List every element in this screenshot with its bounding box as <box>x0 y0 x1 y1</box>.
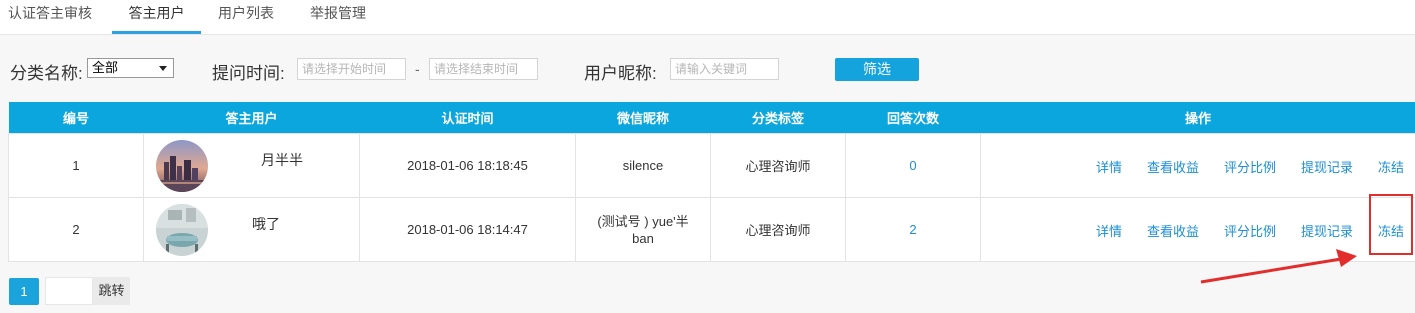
withdrawal-record-link[interactable]: 提现记录 <box>1301 221 1353 240</box>
answerer-table: 编号 答主用户 认证时间 微信昵称 分类标签 回答次数 操作 1 月半半 201… <box>8 102 1415 262</box>
user-name: 月半半 <box>261 152 303 168</box>
cell-id: 1 <box>8 133 144 198</box>
answers-link[interactable]: 2 <box>909 222 916 237</box>
cell-category: 心理咨询师 <box>710 197 846 262</box>
cell-user: 月半半 <box>143 133 360 198</box>
cell-actions: 详情 查看收益 评分比例 提现记录 冻结 <box>980 133 1415 198</box>
cell-category: 心理咨询师 <box>710 133 846 198</box>
nickname-label: 用户昵称: <box>584 64 657 83</box>
cell-wechat: (测试号 ) yue'半 ban <box>575 197 711 262</box>
annotation-arrow-icon <box>1200 249 1357 284</box>
page-jump-input[interactable] <box>45 277 93 305</box>
tab-certified-review[interactable]: 认证答主审核 <box>8 0 92 34</box>
filter-button[interactable]: 筛选 <box>835 58 919 81</box>
rating-ratio-link[interactable]: 评分比例 <box>1224 157 1276 176</box>
cell-answers: 0 <box>845 133 981 198</box>
answers-link[interactable]: 0 <box>909 158 916 173</box>
avatar <box>156 140 208 192</box>
header-category: 分类标签 <box>710 102 846 134</box>
tab-user-list[interactable]: 用户列表 <box>218 0 274 34</box>
chevron-down-icon <box>159 66 167 71</box>
cell-wechat: silence <box>575 133 711 198</box>
header-cert-time: 认证时间 <box>359 102 576 134</box>
range-dash: - <box>415 61 420 77</box>
header-answers: 回答次数 <box>845 102 981 134</box>
header-user: 答主用户 <box>143 102 360 134</box>
detail-link[interactable]: 详情 <box>1096 221 1122 240</box>
category-select-value: 全部 <box>92 60 119 75</box>
cell-cert-time: 2018-01-06 18:14:47 <box>359 197 576 262</box>
user-name: 哦了 <box>252 216 280 232</box>
tab-answerer-users[interactable]: 答主用户 <box>112 0 201 34</box>
tab-bar: 认证答主审核 答主用户 用户列表 举报管理 <box>0 0 1415 35</box>
detail-link[interactable]: 详情 <box>1096 157 1122 176</box>
question-time-label: 提问时间: <box>212 64 285 83</box>
view-earnings-link[interactable]: 查看收益 <box>1147 157 1199 176</box>
page-jump-button[interactable]: 跳转 <box>93 277 130 305</box>
table-row: 1 月半半 2018-01-06 18:18:45 silence 心理咨询师 … <box>8 133 1415 198</box>
tab-report-management[interactable]: 举报管理 <box>310 0 366 34</box>
header-wechat: 微信昵称 <box>575 102 711 134</box>
end-time-input[interactable]: 请选择结束时间 <box>429 58 538 80</box>
header-actions: 操作 <box>980 102 1415 134</box>
cell-answers: 2 <box>845 197 981 262</box>
page-number-current[interactable]: 1 <box>9 278 39 305</box>
cell-id: 2 <box>8 197 144 262</box>
start-time-input[interactable]: 请选择开始时间 <box>297 58 406 80</box>
view-earnings-link[interactable]: 查看收益 <box>1147 221 1199 240</box>
nickname-input[interactable]: 请输入关键词 <box>670 58 779 80</box>
cell-cert-time: 2018-01-06 18:18:45 <box>359 133 576 198</box>
withdrawal-record-link[interactable]: 提现记录 <box>1301 157 1353 176</box>
freeze-link[interactable]: 冻结 <box>1378 157 1404 176</box>
category-select[interactable]: 全部 <box>87 58 174 78</box>
table-header-row: 编号 答主用户 认证时间 微信昵称 分类标签 回答次数 操作 <box>8 102 1415 134</box>
rating-ratio-link[interactable]: 评分比例 <box>1224 221 1276 240</box>
highlight-box <box>1369 194 1413 255</box>
header-id: 编号 <box>8 102 144 134</box>
category-label: 分类名称: <box>10 64 83 83</box>
cell-user: 哦了 <box>143 197 360 262</box>
wechat-name: (测试号 ) yue'半 ban <box>597 213 689 246</box>
avatar <box>156 204 208 256</box>
